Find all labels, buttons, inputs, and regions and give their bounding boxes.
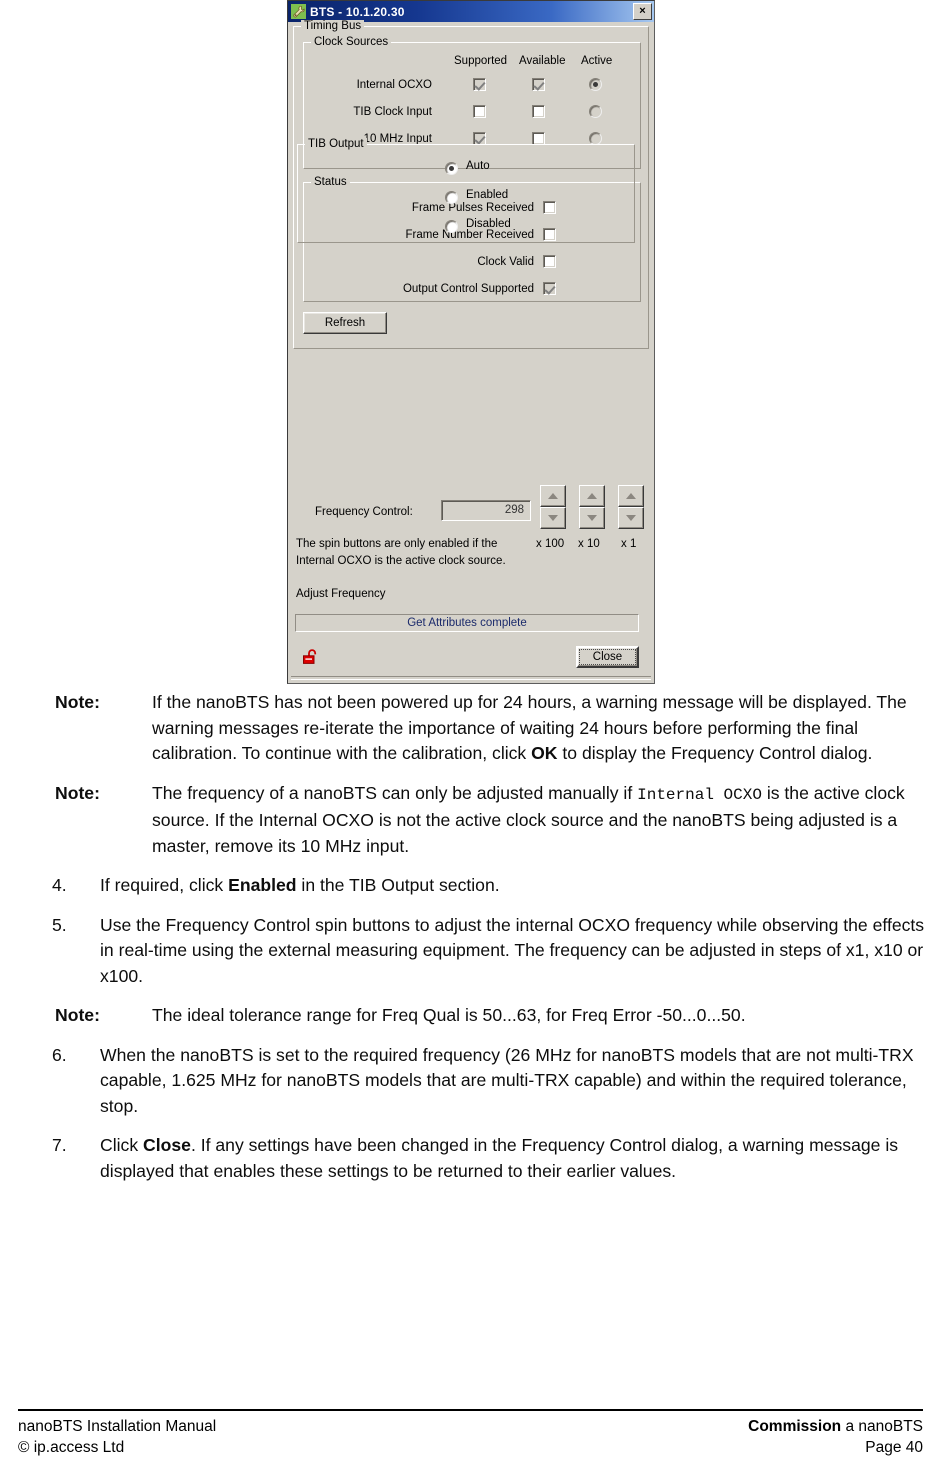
spin-down-x100[interactable] [540,507,566,529]
timing-bus-label: Timing Bus [301,20,365,32]
dialog-title: BTS - 10.1.20.30 [310,4,405,19]
close-icon[interactable]: × [633,3,652,20]
note-paragraph: Note: The frequency of a nanoBTS can onl… [0,781,941,860]
step-paragraph: 5. Use the Frequency Control spin button… [0,913,941,990]
checkbox-clock-valid[interactable] [543,255,556,268]
spin-up-x1[interactable] [618,485,644,507]
status-row: Clock Valid [304,255,640,282]
radio-internal-ocxo-active[interactable] [589,78,602,91]
page-footer: nanoBTS Installation Manual Commission a… [18,1409,923,1458]
spin-button-x100[interactable] [540,485,566,530]
radio-disabled[interactable] [445,220,458,233]
step-paragraph: 6. When the nanoBTS is set to the requir… [0,1043,941,1120]
tib-output-label: TIB Output [305,138,367,150]
step-text: When the nanoBTS is set to the required … [100,1044,914,1116]
checkbox-internal-ocxo-available[interactable] [532,78,545,91]
footer-right-rest: a nanoBTS [841,1418,923,1435]
step-marker: 6. [52,1044,67,1065]
tib-option-enabled[interactable]: Enabled [445,189,508,213]
radio-enabled[interactable] [445,191,458,204]
clock-source-row: TIB Clock Input [304,105,640,127]
status-group-label: Status [311,176,350,188]
wrench-icon [291,4,306,19]
note-paragraph: Note: If the nanoBTS has not been powere… [0,690,941,767]
step-marker: 7. [52,1135,67,1155]
status-label-clock-valid: Clock Valid [477,256,534,268]
dialog-bottom-divider [291,676,651,680]
checkbox-output-control-supported[interactable] [543,282,556,295]
footer-left-line-1: nanoBTS Installation Manual [18,1418,217,1435]
document-body: Note: If the nanoBTS has not been powere… [0,690,941,1198]
step-paragraph: 7. Click Close. If any settings have bee… [0,1133,941,1184]
status-bar: Get Attributes complete [295,614,639,632]
clock-source-label-tib-clock-input: TIB Clock Input [353,106,432,118]
spin-button-x10[interactable] [579,485,605,530]
clock-sources-label: Clock Sources [311,36,392,48]
footer-right-bold: Commission [748,1418,842,1435]
note-marker: Note: [55,1005,100,1025]
footer-right-line-2: Page 40 [865,1439,923,1456]
close-button-label: Close [592,651,623,663]
tib-output-group: TIB Output Auto Enabled Disabled [297,138,635,243]
checkbox-tib-clock-input-available[interactable] [532,105,545,118]
checkbox-internal-ocxo-supported[interactable] [473,78,486,91]
note-text: The ideal tolerance range for Freq Qual … [152,1005,746,1025]
unlocked-padlock-icon[interactable] [302,648,322,666]
tib-option-label-auto: Auto [466,160,490,172]
multiplier-label-x1: x 1 [621,538,637,550]
spin-down-x10[interactable] [579,507,605,529]
column-header-available: Available [519,55,566,67]
note-paragraph: Note: The ideal tolerance range for Freq… [0,1003,941,1029]
spin-hint-line-2: Internal OCXO is the active clock source… [296,555,506,567]
tib-option-label-disabled: Disabled [466,218,511,230]
refresh-button[interactable]: Refresh [303,312,387,334]
spin-down-x1[interactable] [618,507,644,529]
multiplier-label-x100: x 100 [536,538,565,550]
step-text: Click Close. If any settings have been c… [100,1135,899,1181]
tib-option-auto[interactable]: Auto [445,160,490,184]
column-header-supported: Supported [454,55,508,67]
clock-source-label-internal-ocxo: Internal OCXO [356,79,432,91]
step-marker: 5. [52,914,67,935]
status-row: Output Control Supported [304,282,640,309]
tib-option-disabled[interactable]: Disabled [445,218,511,242]
frequency-control-input[interactable]: 298 [441,500,531,521]
dialog-titlebar[interactable]: BTS - 10.1.20.30 × [288,1,654,22]
note-text: If the nanoBTS has not been powered up f… [152,692,907,763]
dialog-body: Timing Bus Clock Sources Supported Avail… [288,20,654,683]
radio-auto[interactable] [445,162,458,175]
column-header-active: Active [581,55,613,67]
footer-left-line-2: © ip.access Ltd [18,1439,125,1456]
close-button[interactable]: Close [576,646,639,668]
step-paragraph: 4. If required, click Enabled in the TIB… [0,873,941,899]
frequency-control-screenshot: BTS - 10.1.20.30 × Timing Bus Clock Sour… [287,0,655,684]
spin-hint-line-1: The spin buttons are only enabled if the [296,538,498,550]
checkbox-tib-clock-input-supported[interactable] [473,105,486,118]
footer-right-line-1: Commission a nanoBTS [748,1416,923,1437]
step-marker: 4. [52,875,67,895]
radio-tib-clock-input-active[interactable] [589,105,602,118]
spin-up-x10[interactable] [579,485,605,507]
tib-option-label-enabled: Enabled [466,189,509,201]
multiplier-label-x10: x 10 [578,538,600,550]
note-text: The frequency of a nanoBTS can only be a… [152,782,905,856]
note-marker: Note: [55,782,100,803]
adjust-frequency-label: Adjust Frequency [296,588,386,600]
note-marker: Note: [55,692,100,712]
spin-up-x100[interactable] [540,485,566,507]
spin-button-x1[interactable] [618,485,644,530]
step-text: Use the Frequency Control spin buttons t… [100,914,925,986]
status-label-output-control-supported: Output Control Supported [402,283,534,295]
frequency-control-label: Frequency Control: [315,506,413,518]
bts-dialog-window: BTS - 10.1.20.30 × Timing Bus Clock Sour… [287,0,655,684]
clock-source-row: Internal OCXO [304,78,640,100]
